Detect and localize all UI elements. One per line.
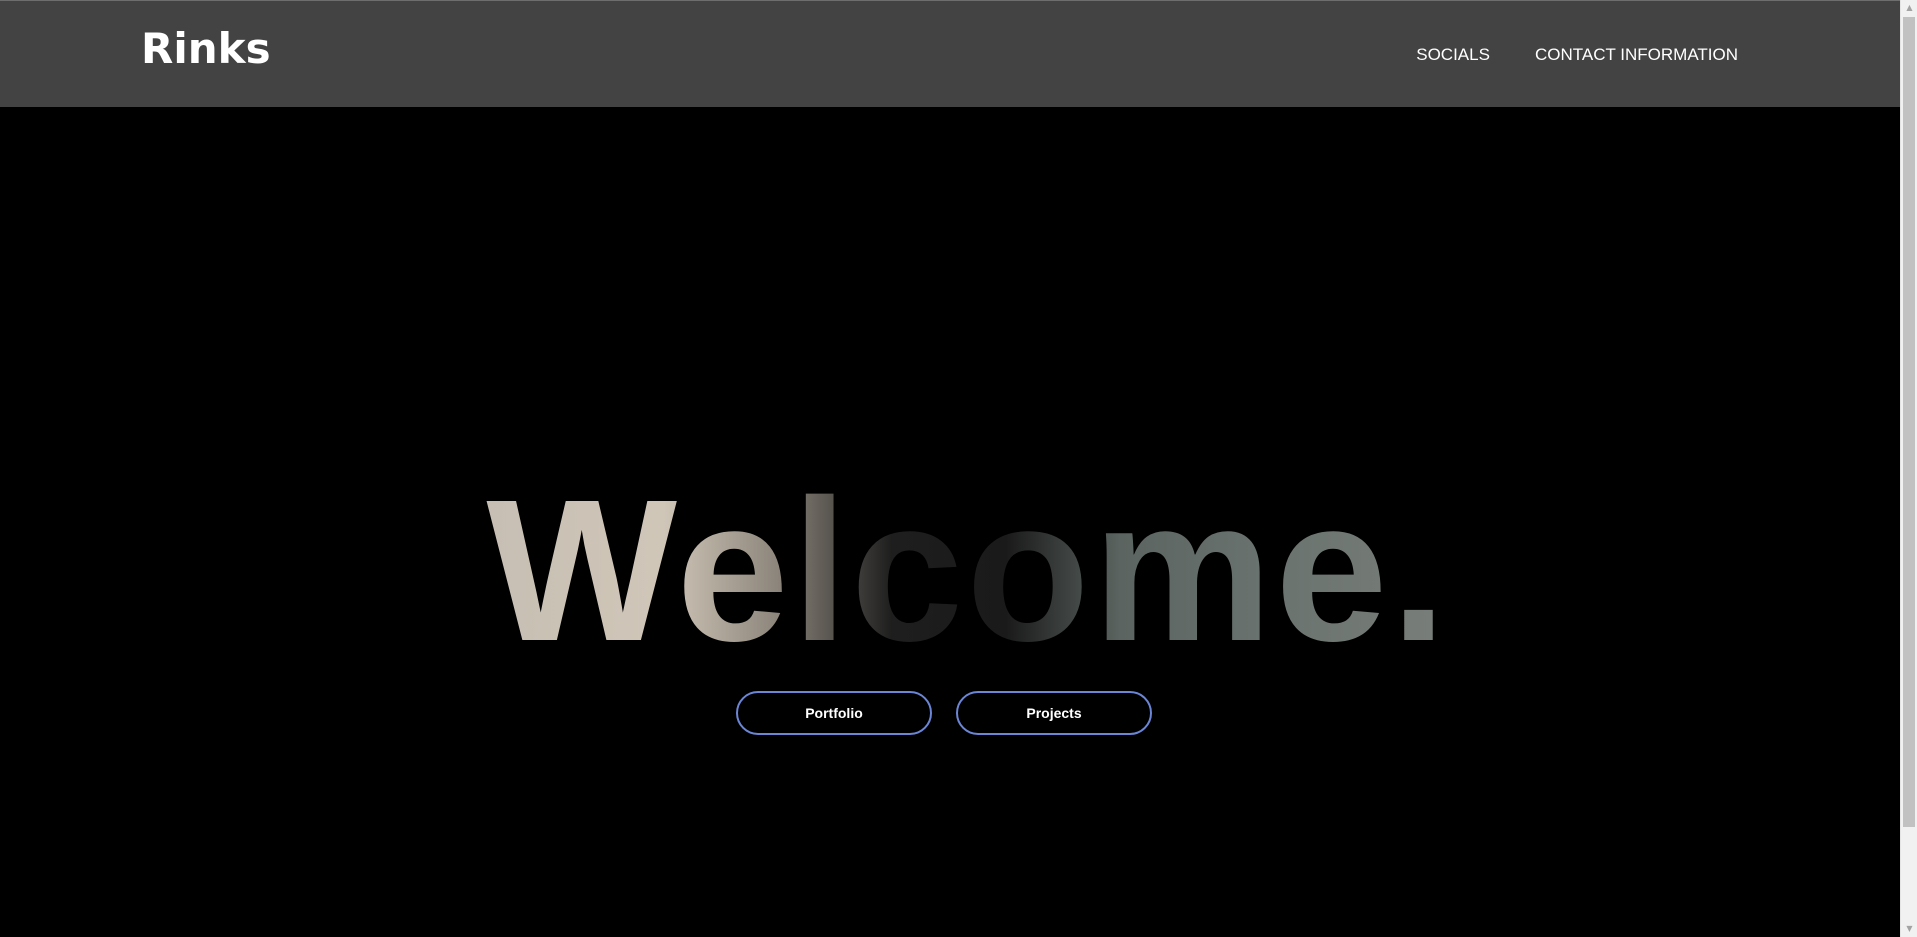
nav-link-socials[interactable]: SOCIALS: [1416, 45, 1490, 65]
hero-buttons: Portfolio Projects: [736, 691, 1152, 735]
portfolio-button[interactable]: Portfolio: [736, 691, 932, 735]
site-header: Rinks SOCIALS CONTACT INFORMATION: [0, 1, 1900, 107]
projects-button[interactable]: Projects: [956, 691, 1152, 735]
vertical-scrollbar[interactable]: ▲ ▼: [1900, 0, 1917, 937]
main-nav: SOCIALS CONTACT INFORMATION: [1416, 45, 1738, 65]
scroll-up-icon[interactable]: ▲: [1901, 0, 1917, 16]
hero-section: Welcome. Portfolio Projects: [0, 107, 1900, 937]
scrollbar-thumb[interactable]: [1903, 17, 1915, 827]
scroll-down-icon[interactable]: ▼: [1901, 921, 1917, 937]
site-logo[interactable]: Rinks: [141, 28, 271, 70]
nav-link-contact-information[interactable]: CONTACT INFORMATION: [1535, 45, 1738, 65]
browser-viewport: Rinks SOCIALS CONTACT INFORMATION Welcom…: [0, 0, 1917, 937]
hero-title: Welcome.: [18, 469, 1917, 671]
